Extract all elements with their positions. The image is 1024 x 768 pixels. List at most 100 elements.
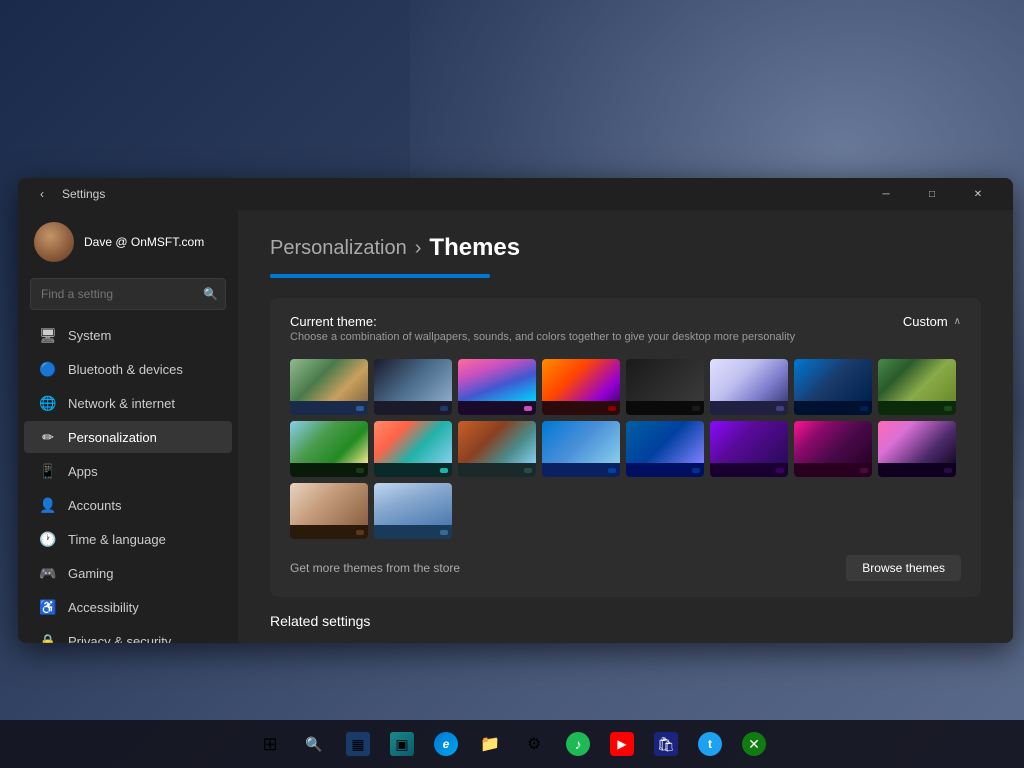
sidebar-item-time[interactable]: 🕐 Time & language <box>24 523 232 555</box>
taskbar-settings-button[interactable]: ⚙ <box>514 724 554 764</box>
accessibility-icon: ♿ <box>40 599 56 615</box>
store-row: Get more themes from the store Browse th… <box>290 555 961 581</box>
theme-preview-2 <box>374 359 452 401</box>
sidebar-item-bluetooth[interactable]: 🔵 Bluetooth & devices <box>24 353 232 385</box>
breadcrumb-current: Themes <box>429 234 520 262</box>
taskbar-youtube-button[interactable]: ▶ <box>602 724 642 764</box>
taskbar-multitask-button[interactable]: ▣ <box>382 724 422 764</box>
theme-item-8[interactable] <box>878 359 956 415</box>
avatar <box>34 222 74 262</box>
theme-item-14[interactable] <box>710 421 788 477</box>
theme-preview-17 <box>290 483 368 525</box>
youtube-icon: ▶ <box>610 732 634 756</box>
theme-bar-17 <box>290 525 368 539</box>
sidebar-item-accessibility[interactable]: ♿ Accessibility <box>24 591 232 623</box>
close-button[interactable]: ✕ <box>955 178 1001 210</box>
theme-dot-2 <box>440 406 448 411</box>
taskbar-widgets-button[interactable]: ▦ <box>338 724 378 764</box>
sidebar-item-apps[interactable]: 📱 Apps <box>24 455 232 487</box>
taskbar-xbox-button[interactable]: ✕ <box>734 724 774 764</box>
apps-label: Apps <box>68 464 98 479</box>
sidebar-item-privacy[interactable]: 🔒 Privacy & security <box>24 625 232 643</box>
theme-preview-4 <box>542 359 620 401</box>
theme-subtitle: Choose a combination of wallpapers, soun… <box>290 331 795 343</box>
theme-dot-5 <box>692 406 700 411</box>
theme-item-15[interactable] <box>794 421 872 477</box>
theme-dot-18 <box>440 530 448 535</box>
theme-item-2[interactable] <box>374 359 452 415</box>
theme-preview-16 <box>878 421 956 463</box>
theme-preview-3 <box>458 359 536 401</box>
theme-item-1[interactable] <box>290 359 368 415</box>
theme-bar-13 <box>626 463 704 477</box>
theme-bar-7 <box>794 401 872 415</box>
taskbar-twitter-button[interactable]: t <box>690 724 730 764</box>
twitter-icon: t <box>698 732 722 756</box>
theme-item-12[interactable] <box>542 421 620 477</box>
avatar-image <box>34 222 74 262</box>
theme-bar-16 <box>878 463 956 477</box>
taskbar: ⊞ 🔍 ▦ ▣ e 📁 ⚙ ♪ ▶ 🛍 t ✕ <box>0 720 1024 768</box>
theme-item-18[interactable] <box>374 483 452 539</box>
gaming-icon: 🎮 <box>40 565 56 581</box>
theme-item-11[interactable] <box>458 421 536 477</box>
theme-bar-9 <box>290 463 368 477</box>
settings-icon: ⚙ <box>522 732 546 756</box>
window-controls: ─ □ ✕ <box>863 178 1001 210</box>
sidebar: Dave @ OnMSFT.com 🔍 🖥 System 🔵 Bluetooth… <box>18 210 238 643</box>
theme-dot-3 <box>524 406 532 411</box>
window-body: Dave @ OnMSFT.com 🔍 🖥 System 🔵 Bluetooth… <box>18 210 1013 643</box>
theme-item-16[interactable] <box>878 421 956 477</box>
theme-item-5[interactable] <box>626 359 704 415</box>
theme-item-3[interactable] <box>458 359 536 415</box>
personalization-icon: ✏ <box>40 429 56 445</box>
explorer-icon: 📁 <box>478 732 502 756</box>
theme-item-7[interactable] <box>794 359 872 415</box>
current-theme-label: Custom <box>903 314 948 329</box>
taskbar-search-button[interactable]: 🔍 <box>294 724 334 764</box>
window-title: Settings <box>62 187 105 201</box>
related-settings: Related settings <box>270 613 981 629</box>
theme-item-10[interactable] <box>374 421 452 477</box>
sidebar-item-accounts[interactable]: 👤 Accounts <box>24 489 232 521</box>
taskbar-edge-button[interactable]: e <box>426 724 466 764</box>
taskbar-spotify-button[interactable]: ♪ <box>558 724 598 764</box>
theme-preview-1 <box>290 359 368 401</box>
theme-bar-4 <box>542 401 620 415</box>
breadcrumb-parent: Personalization <box>270 237 407 260</box>
title-bar-left: ‹ Settings <box>30 182 863 206</box>
taskbar-start-button[interactable]: ⊞ <box>250 724 290 764</box>
taskbar-store-button[interactable]: 🛍 <box>646 724 686 764</box>
settings-window: ‹ Settings ─ □ ✕ Dave @ OnMSFT.com 🔍 🖥 <box>18 178 1013 643</box>
current-theme-button[interactable]: Custom ∧ <box>903 314 961 329</box>
search-input[interactable] <box>30 278 226 310</box>
taskbar-explorer-button[interactable]: 📁 <box>470 724 510 764</box>
theme-item-9[interactable] <box>290 421 368 477</box>
theme-preview-15 <box>794 421 872 463</box>
theme-item-6[interactable] <box>710 359 788 415</box>
browse-themes-button[interactable]: Browse themes <box>846 555 961 581</box>
theme-preview-5 <box>626 359 704 401</box>
bluetooth-label: Bluetooth & devices <box>68 362 183 377</box>
spotify-icon: ♪ <box>566 732 590 756</box>
theme-bar-11 <box>458 463 536 477</box>
back-button[interactable]: ‹ <box>30 182 54 206</box>
theme-section: Current theme: Choose a combination of w… <box>270 298 981 597</box>
theme-preview-14 <box>710 421 788 463</box>
theme-item-4[interactable] <box>542 359 620 415</box>
sidebar-item-network[interactable]: 🌐 Network & internet <box>24 387 232 419</box>
sidebar-item-gaming[interactable]: 🎮 Gaming <box>24 557 232 589</box>
theme-dot-1 <box>356 406 364 411</box>
theme-item-13[interactable] <box>626 421 704 477</box>
accessibility-label: Accessibility <box>68 600 139 615</box>
scroll-indicator <box>270 274 490 278</box>
theme-preview-7 <box>794 359 872 401</box>
theme-dot-6 <box>776 406 784 411</box>
theme-item-17[interactable] <box>290 483 368 539</box>
sidebar-item-system[interactable]: 🖥 System <box>24 319 232 351</box>
maximize-button[interactable]: □ <box>909 178 955 210</box>
accounts-label: Accounts <box>68 498 121 513</box>
system-label: System <box>68 328 111 343</box>
minimize-button[interactable]: ─ <box>863 178 909 210</box>
sidebar-item-personalization[interactable]: ✏ Personalization <box>24 421 232 453</box>
